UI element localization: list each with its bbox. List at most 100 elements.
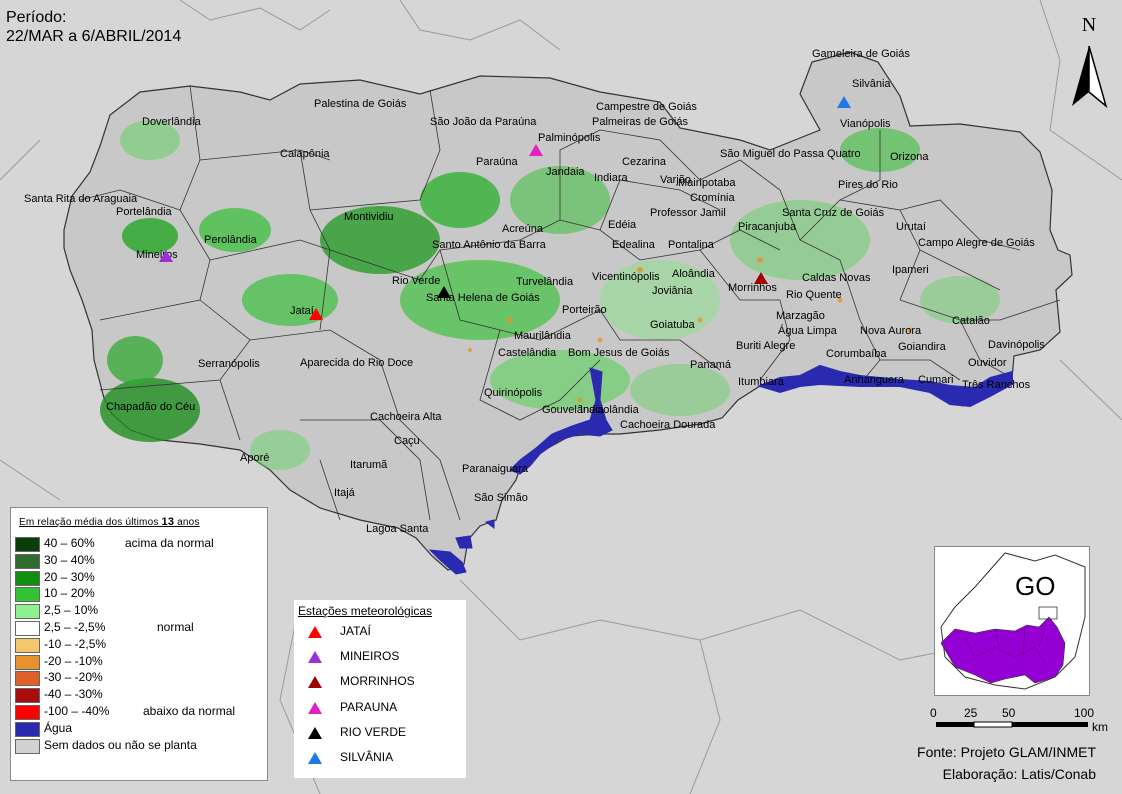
legend-range: -40 – -30% xyxy=(44,687,103,702)
municipality-label: Cromínia xyxy=(690,192,736,204)
municipality-label: Joviânia xyxy=(652,285,693,297)
municipality-label: Palmeiras de Goiás xyxy=(592,116,688,128)
station-row: SILVÂNIA xyxy=(308,750,458,768)
legend-title-suffix: anos xyxy=(177,517,200,528)
legend-range: 2,5 – -2,5% xyxy=(44,619,106,634)
period-block: Período: 22/MAR a 6/ABRIL/2014 xyxy=(6,8,181,46)
municipality-label: Nova Aurora xyxy=(860,325,922,337)
legend-swatch xyxy=(15,704,40,720)
station-row: MINEIROS xyxy=(308,649,458,667)
municipality-label: Professor Jamil xyxy=(650,207,726,219)
legend-title: Em relação média dos últimos 13 anos xyxy=(19,516,267,528)
municipality-label: Turvelândia xyxy=(516,276,574,288)
municipality-label: Pontalina xyxy=(668,239,715,251)
legend-swatch xyxy=(15,537,40,552)
municipality-label: Água Limpa xyxy=(778,324,838,337)
legend-range: Sem dados ou não se planta xyxy=(44,737,197,752)
municipality-label: Urutaí xyxy=(896,221,926,233)
municipality-label: Cezarina xyxy=(622,156,667,168)
municipality-label: Anhanguera xyxy=(844,374,905,386)
legend-swatch xyxy=(15,654,40,670)
municipality-label: Campestre de Goiás xyxy=(596,101,697,113)
municipality-label: Caldas Novas xyxy=(802,272,871,284)
legend-row: 2,5 – 10% xyxy=(15,603,265,620)
municipality-label: Edéia xyxy=(608,219,637,231)
municipality-label: Jandaia xyxy=(546,166,585,178)
municipality-label: Inaciolândia xyxy=(580,404,640,416)
municipality-label: Bom Jesus de Goiás xyxy=(568,347,670,359)
municipality-label: Catalão xyxy=(952,315,990,327)
station-row: JATAÍ xyxy=(308,624,458,642)
station-label: MINEIROS xyxy=(340,649,400,664)
municipality-label: Palestina de Goiás xyxy=(314,98,407,110)
legend-range: 20 – 30% xyxy=(44,569,95,584)
station-triangle-icon xyxy=(308,676,322,689)
municipality-label: Campo Alegre de Goiás xyxy=(918,237,1035,249)
municipality-label: Panamá xyxy=(690,359,732,371)
municipality-label: Chapadão do Céu xyxy=(106,401,195,413)
municipality-label: Cumari xyxy=(918,374,953,386)
municipality-label: Edealina xyxy=(612,239,656,251)
scale-tick-0: 0 xyxy=(930,706,937,720)
municipality-label: Santo Antônio da Barra xyxy=(432,239,547,251)
station-label: MORRINHOS xyxy=(340,674,415,689)
municipality-label: Perolândia xyxy=(204,234,257,246)
legend-row: -20 – -10% xyxy=(15,654,265,671)
municipality-label: Mineiros xyxy=(136,249,178,261)
scale-tick-25: 25 xyxy=(964,706,978,720)
municipality-label: Goiandira xyxy=(898,341,947,353)
legend-range: 2,5 – 10% xyxy=(44,603,99,618)
legend-swatch xyxy=(15,620,40,636)
municipality-label: Corumbaíba xyxy=(826,348,887,360)
municipality-label: Paranaiguara xyxy=(462,463,529,475)
legend-row: 30 – 40% xyxy=(15,553,265,570)
legend-row: -40 – -30% xyxy=(15,687,265,704)
legend-rows: 40 – 60% acima da normal 30 – 40% 20 – 30% 1… xyxy=(15,536,265,754)
credits-source: Fonte: Projeto GLAM/INMET xyxy=(917,744,1096,760)
municipality-label: Rio Verde xyxy=(392,275,440,287)
municipality-label: Morrinhos xyxy=(728,282,777,294)
municipality-label: Indiara xyxy=(594,172,629,184)
legend-title-prefix: Em relação média dos últimos xyxy=(19,517,159,528)
municipality-label: Marzagão xyxy=(776,310,825,322)
legend-range: -100 – -40% xyxy=(44,703,110,718)
municipality-label: Ouvidor xyxy=(968,357,1007,369)
legend-note: acima da normal xyxy=(125,536,214,550)
station-label: RIO VERDE xyxy=(340,724,407,739)
stations-title: Estações meteorológicas xyxy=(298,604,433,618)
municipality-label: Rio Quente xyxy=(786,289,842,301)
legend-swatch xyxy=(15,671,40,687)
municipality-label: Jataí xyxy=(290,305,314,317)
municipality-label: Cachoeira Alta xyxy=(370,411,442,423)
legend-row: 20 – 30% xyxy=(15,570,265,587)
legend-row: -100 – -40% abaixo da normal xyxy=(15,704,265,721)
legend-row: -10 – -2,5% xyxy=(15,637,265,654)
municipality-label: São João da Paraúna xyxy=(430,116,537,128)
legend-swatch xyxy=(15,587,40,603)
station-triangle-icon xyxy=(308,651,322,664)
municipality-label: Itajá xyxy=(334,487,356,499)
municipality-label: Gameleira de Goiás xyxy=(812,48,910,60)
station-triangle-icon xyxy=(308,752,322,764)
legend-swatch xyxy=(15,570,40,586)
municipality-label: Ipameri xyxy=(892,264,929,276)
municipality-label: Doverlândia xyxy=(142,116,202,128)
station-triangle-icon xyxy=(308,726,322,739)
municipality-label: Itarumã xyxy=(350,459,388,471)
legend-row: 40 – 60% acima da normal xyxy=(15,536,265,553)
municipality-label: Santa Rita do Araguaia xyxy=(24,193,138,205)
station-row: PARAUNA xyxy=(308,700,458,718)
municipality-label: Castelândia xyxy=(498,347,557,359)
legend-range: Água xyxy=(44,720,73,735)
credits-author: Elaboração: Latis/Conab xyxy=(942,766,1096,782)
municipality-label: Davinópolis xyxy=(988,339,1045,351)
legend-swatch xyxy=(15,721,40,737)
legend-swatch xyxy=(15,688,40,704)
credits: Fonte: Projeto GLAM/INMET Elaboração: La… xyxy=(917,741,1096,785)
municipality-label: Porteirão xyxy=(562,304,607,316)
municipality-label: Montividiu xyxy=(344,211,394,223)
legend-row: 2,5 – -2,5% normal xyxy=(15,620,265,637)
legend-range: 30 – 40% xyxy=(44,552,95,567)
legend-swatch xyxy=(15,553,40,569)
municipality-label: Aloândia xyxy=(672,268,716,280)
